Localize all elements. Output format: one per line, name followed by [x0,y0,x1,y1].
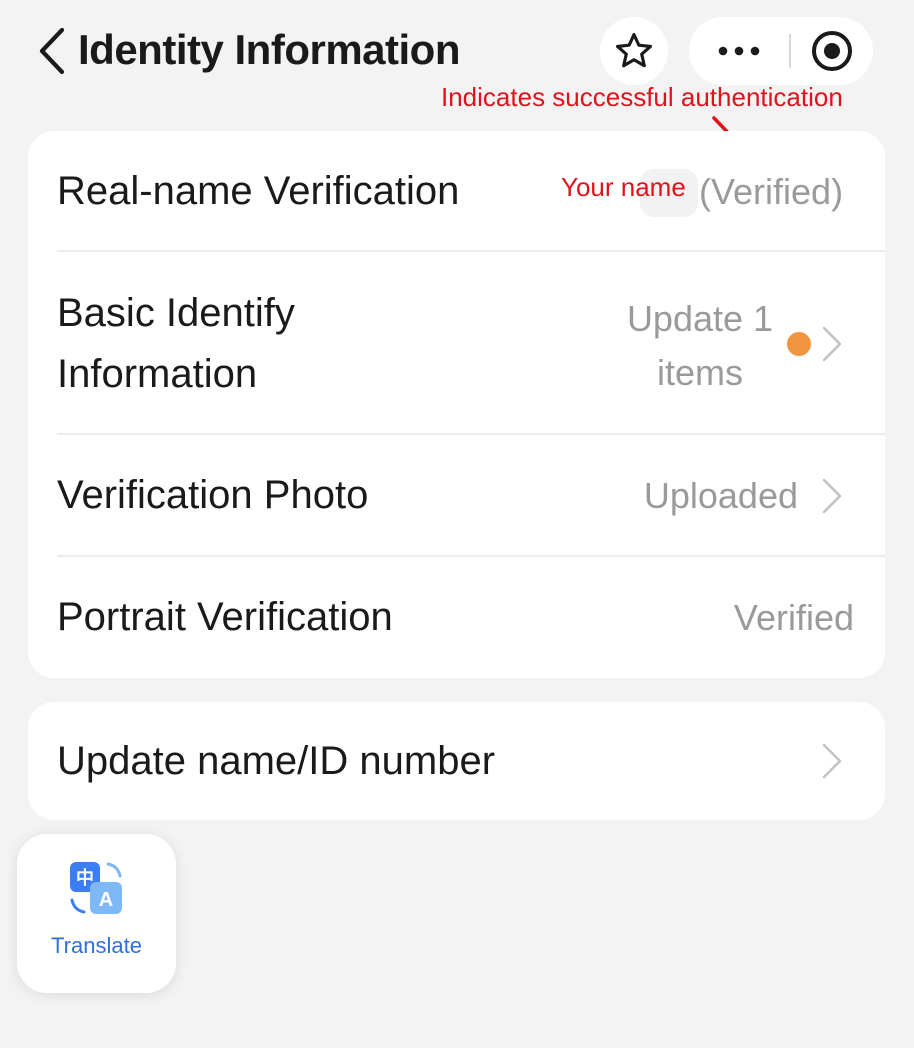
basic-info-row[interactable]: Basic Identify Information Update 1 item… [28,252,885,435]
close-button[interactable] [791,17,873,85]
chevron-right-icon [822,326,842,362]
record-circle-icon [812,31,852,71]
basic-info-status: Update 1 items [626,298,774,393]
real-name-row: Real-name Verification Your name (Verifi… [28,131,885,252]
star-icon [615,32,653,68]
identity-card: Real-name Verification Your name (Verifi… [28,131,885,678]
favorite-button[interactable] [600,17,668,85]
chevron-right-icon [822,743,842,779]
chevron-right-icon [822,478,842,514]
basic-info-label: Basic Identify Information [57,291,295,396]
portrait-verification-row: Portrait Verification Verified [28,557,885,678]
mini-program-capsule [689,17,873,85]
page-title: Identity Information [78,26,461,73]
translate-label: Translate [51,933,142,958]
update-name-card: Update name/ID number [28,702,885,820]
svg-text:A: A [99,889,113,911]
back-button[interactable] [34,26,70,76]
verification-photo-status: Uploaded [643,475,798,516]
translate-icon: 中 A [70,862,122,914]
portrait-verification-status: Verified [733,597,854,638]
real-name-status: (Verified) [699,171,844,212]
portrait-verification-label: Portrait Verification [57,595,393,639]
real-name-label: Real-name Verification [57,169,460,213]
update-name-label: Update name/ID number [57,739,496,783]
verification-photo-row[interactable]: Verification Photo Uploaded [28,435,885,557]
update-badge-dot [787,332,811,356]
your-name-annotation: Your name [561,172,686,202]
update-name-row[interactable]: Update name/ID number [28,702,885,820]
verification-photo-label: Verification Photo [57,473,369,517]
more-button[interactable] [689,17,789,85]
more-dots-icon [718,46,760,56]
annotation-label: Indicates successful authentication [441,82,843,112]
translate-button[interactable]: 中 A Translate [17,834,176,993]
chevron-left-icon [39,27,65,75]
